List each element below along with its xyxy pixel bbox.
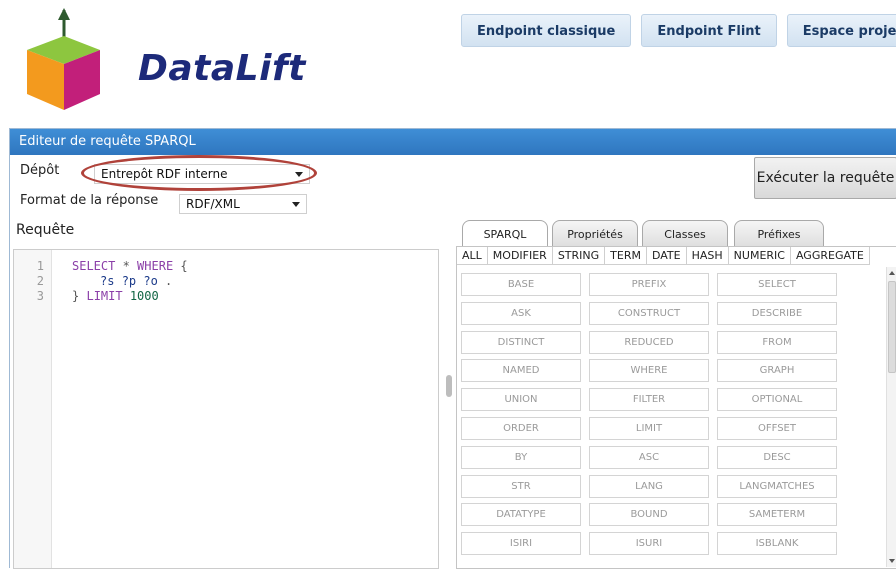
depot-label: Dépôt [20,163,60,178]
keyword-button-desc[interactable]: DESC [717,445,837,469]
keyword-scrollbar[interactable] [886,267,896,567]
sparql-keyword-panel: ALL MODIFIER STRING TERM DATE HASH NUMER… [456,246,896,569]
code-token: ?p [121,274,137,288]
keyword-button-bound[interactable]: BOUND [589,503,709,527]
keyword-button-from[interactable]: FROM [717,330,837,354]
scroll-thumb[interactable] [888,281,896,373]
code-token: * [115,259,138,273]
keyword-button-prefix[interactable]: PREFIX [589,273,709,296]
top-navigation: Endpoint classique Endpoint Flint Espace… [461,14,896,47]
tab-classes[interactable]: Classes [642,220,728,247]
chevron-down-icon [292,202,300,207]
keyword-button-by[interactable]: BY [461,445,581,469]
code-line: ?s ?p ?o . [100,274,172,289]
keyword-button-isuri[interactable]: ISURI [589,532,709,556]
tab-prefixes[interactable]: Préfixes [734,220,824,247]
format-label: Format de la réponse [20,193,159,208]
highlight-annotation-ring [81,155,317,191]
brand-name: DataLift [138,48,306,89]
line-number: 3 [36,289,44,303]
keyword-button-limit[interactable]: LIMIT [589,417,709,440]
keyword-button-langmatches[interactable]: LANGMATCHES [717,474,837,498]
nav-endpoint-flint-button[interactable]: Endpoint Flint [641,14,777,47]
tab-sparql[interactable]: SPARQL [462,220,548,247]
keyword-button-isiri[interactable]: ISIRI [461,532,581,556]
split-resize-handle[interactable] [446,375,452,397]
category-all[interactable]: ALL [457,247,488,264]
category-string[interactable]: STRING [553,247,606,264]
keyword-button-graph[interactable]: GRAPH [717,359,837,383]
line-number: 1 [36,259,44,273]
keyword-button-isblank[interactable]: ISBLANK [717,532,837,556]
cube-logo-icon [27,8,100,110]
category-filter-bar: ALL MODIFIER STRING TERM DATE HASH NUMER… [457,247,870,265]
code-token: 1000 [129,289,159,303]
query-editor[interactable]: 1 2 3 SELECT * WHERE { ?s ?p ?o . } LIMI… [13,249,439,569]
tab-proprietes[interactable]: Propriétés [552,220,638,247]
code-token: LIMIT [86,289,123,303]
keyword-button-ask[interactable]: ASK [461,301,581,325]
category-modifier[interactable]: MODIFIER [488,247,553,264]
scroll-down-icon[interactable] [889,559,895,563]
category-date[interactable]: DATE [647,247,687,264]
datalift-logo: DataLift [22,8,305,112]
keyword-button-asc[interactable]: ASC [589,445,709,469]
execute-query-button[interactable]: Exécuter la requête [754,157,896,199]
requete-label: Requête [16,222,75,238]
keyword-button-select[interactable]: SELECT [717,273,837,296]
code-token: ?s [100,274,115,288]
keyword-button-offset[interactable]: OFFSET [717,417,837,440]
keyword-button-named[interactable]: NAMED [461,359,581,383]
code-line: } LIMIT 1000 [72,289,159,304]
format-select[interactable]: RDF/XML [179,194,307,214]
keyword-button-describe[interactable]: DESCRIBE [717,301,837,325]
category-hash[interactable]: HASH [687,247,729,264]
code-token: ?o [143,274,158,288]
keyword-button-distinct[interactable]: DISTINCT [461,330,581,354]
nav-espace-projets-button[interactable]: Espace projets [786,14,896,47]
keyword-button-union[interactable]: UNION [461,388,581,412]
nav-endpoint-classique-button[interactable]: Endpoint classique [461,14,632,47]
panel-title: Editeur de requête SPARQL [10,129,896,155]
keyword-button-order[interactable]: ORDER [461,417,581,440]
keyword-button-base[interactable]: BASE [461,273,581,296]
scroll-up-icon[interactable] [889,271,895,275]
code-line: SELECT * WHERE { [72,259,188,274]
keyword-button-reduced[interactable]: REDUCED [589,330,709,354]
line-number: 2 [36,274,44,288]
format-select-value: RDF/XML [186,197,240,211]
keyword-button-str[interactable]: STR [461,474,581,498]
keyword-button-optional[interactable]: OPTIONAL [717,388,837,412]
keyword-button-construct[interactable]: CONSTRUCT [589,301,709,325]
sparql-editor-panel: Editeur de requête SPARQL Dépôt Entrepôt… [9,128,896,569]
code-token: { [173,259,188,273]
category-aggregate[interactable]: AGGREGATE [791,247,870,264]
code-token: WHERE [137,259,174,273]
category-term[interactable]: TERM [605,247,647,264]
keyword-button-filter[interactable]: FILTER [589,388,709,412]
code-token: SELECT [72,259,116,273]
keyword-button-lang[interactable]: LANG [589,474,709,498]
keyword-button-where[interactable]: WHERE [589,359,709,383]
keyword-button-datatype[interactable]: DATATYPE [461,503,581,527]
keyword-button-sameterm[interactable]: SAMETERM [717,503,837,527]
code-token: . [157,274,173,288]
category-numeric[interactable]: NUMERIC [729,247,791,264]
